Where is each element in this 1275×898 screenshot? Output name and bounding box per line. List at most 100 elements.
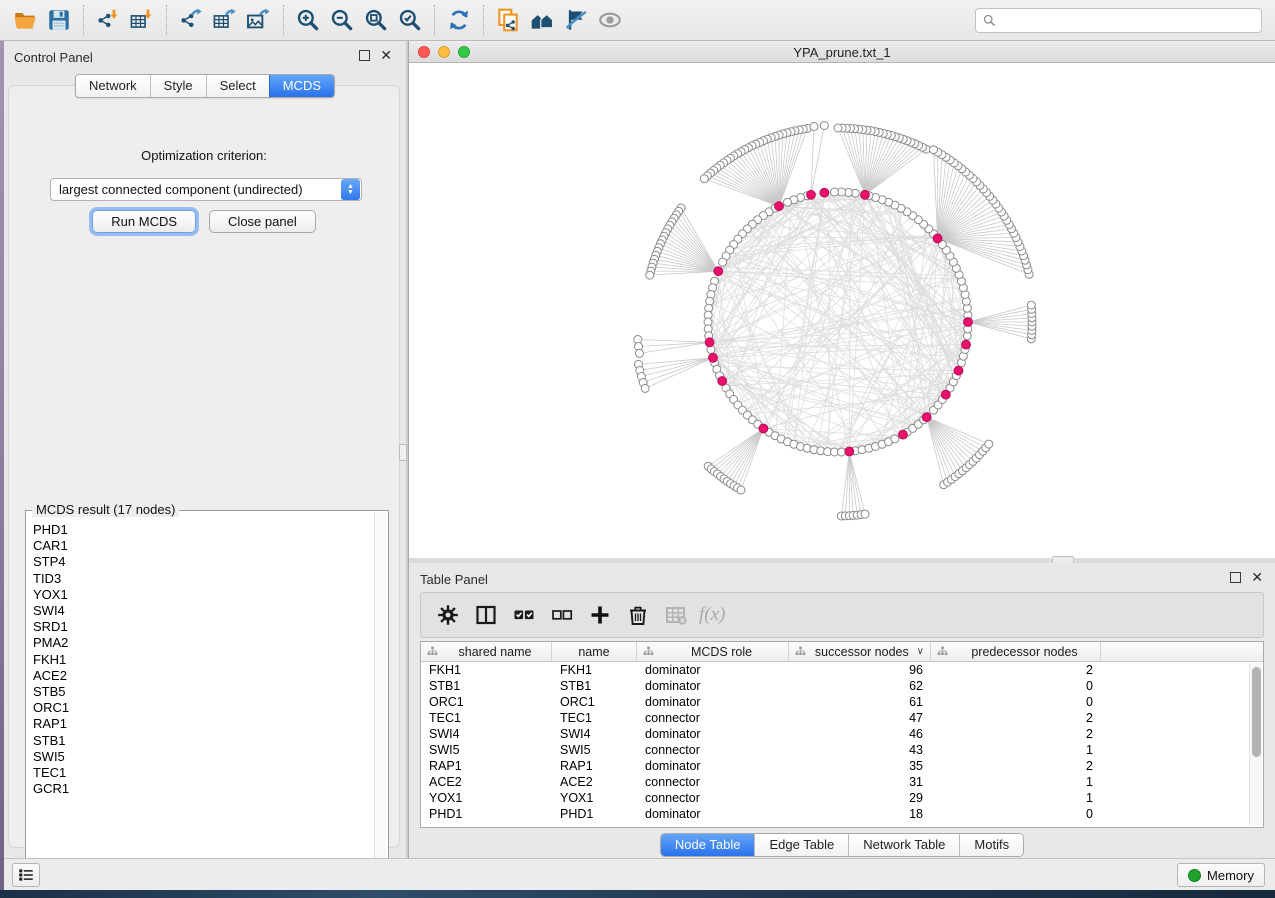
zoom-in-button[interactable] [291, 4, 325, 36]
column-header-successor-nodes[interactable]: successor nodes∨ [789, 642, 931, 661]
table-row[interactable]: STB1STB1dominator620 [421, 678, 1263, 694]
hide-selected-button[interactable] [559, 4, 593, 36]
table-scrollbar[interactable] [1249, 663, 1262, 826]
refresh-view-icon [446, 7, 472, 33]
tab-select[interactable]: Select [206, 75, 269, 97]
memory-button[interactable]: Memory [1177, 863, 1265, 887]
tab-node-table[interactable]: Node Table [661, 834, 755, 856]
mcds-result-item[interactable]: PMA2 [33, 635, 374, 651]
mcds-result-item[interactable]: SWI5 [33, 749, 374, 765]
table-scrollbar-thumb[interactable] [1252, 667, 1261, 757]
table-row[interactable]: SWI5SWI5connector431 [421, 742, 1263, 758]
column-header-name[interactable]: name [552, 642, 637, 661]
cell-predecessor-nodes: 1 [931, 774, 1101, 790]
table-row[interactable]: SWI4SWI4dominator462 [421, 726, 1263, 742]
attribute-tree-icon [642, 645, 655, 658]
vertical-splitter-handle[interactable] [399, 444, 407, 461]
settings-gear-button[interactable] [429, 596, 467, 634]
cell-shared-name: RAP1 [421, 758, 552, 774]
deselect-all-button[interactable] [543, 596, 581, 634]
tab-network-table[interactable]: Network Table [848, 834, 959, 856]
column-header-predecessor-nodes[interactable]: predecessor nodes [931, 642, 1101, 661]
table-row[interactable]: TEC1TEC1connector472 [421, 710, 1263, 726]
zoom-selected-button[interactable] [393, 4, 427, 36]
dropdown-stepper-icon: ▲▼ [341, 179, 360, 200]
mcds-list-scrollbar[interactable] [374, 512, 387, 880]
toolbar-separator [83, 5, 84, 35]
column-header-filler [1101, 642, 1263, 661]
search-field[interactable] [975, 8, 1262, 33]
toolbar-separator [283, 5, 284, 35]
close-table-panel-icon[interactable]: ✕ [1251, 572, 1263, 583]
table-row[interactable]: ORC1ORC1dominator610 [421, 694, 1263, 710]
import-table-button[interactable] [125, 4, 159, 36]
optimization-dropdown[interactable]: largest connected component (undirected)… [50, 178, 362, 201]
tab-motifs[interactable]: Motifs [959, 834, 1023, 856]
select-all-button[interactable] [505, 596, 543, 634]
export-image-button[interactable] [242, 4, 276, 36]
tab-mcds[interactable]: MCDS [269, 75, 334, 97]
mcds-result-item[interactable]: RAP1 [33, 716, 374, 732]
table-row[interactable]: RAP1RAP1dominator352 [421, 758, 1263, 774]
table-row[interactable]: YOX1YOX1connector291 [421, 790, 1263, 806]
mcds-result-item[interactable]: PHD1 [33, 522, 374, 538]
table-header-row: shared namenameMCDS rolesuccessor nodes∨… [421, 642, 1263, 662]
export-network-button[interactable] [174, 4, 208, 36]
run-mcds-button[interactable]: Run MCDS [92, 210, 196, 233]
save-session-icon [46, 7, 72, 33]
table-row[interactable]: PHD1PHD1dominator180 [421, 806, 1263, 822]
mcds-result-item[interactable]: TID3 [33, 571, 374, 587]
select-all-icon [512, 603, 536, 627]
table-row[interactable]: ACE2ACE2connector311 [421, 774, 1263, 790]
tab-network[interactable]: Network [76, 75, 150, 97]
float-panel-icon[interactable] [359, 50, 370, 61]
import-network-button[interactable] [91, 4, 125, 36]
tab-style[interactable]: Style [150, 75, 206, 97]
refresh-view-button[interactable] [442, 4, 476, 36]
column-header-shared-name[interactable]: shared name [421, 642, 552, 661]
memory-label: Memory [1207, 868, 1254, 883]
delete-table-icon [664, 603, 688, 627]
open-session-button[interactable] [8, 4, 42, 36]
column-header-MCDS-role[interactable]: MCDS role [637, 642, 789, 661]
table-row[interactable]: FKH1FKH1dominator962 [421, 662, 1263, 678]
mcds-result-item[interactable]: STB5 [33, 684, 374, 700]
mcds-result-item[interactable]: FKH1 [33, 652, 374, 668]
network-titlebar[interactable]: YPA_prune.txt_1 [409, 41, 1275, 63]
close-panel-button[interactable]: Close panel [209, 210, 316, 233]
mcds-result-item[interactable]: YOX1 [33, 587, 374, 603]
export-network-icon [178, 7, 204, 33]
mcds-result-item[interactable]: ACE2 [33, 668, 374, 684]
tab-edge-table[interactable]: Edge Table [754, 834, 848, 856]
search-input[interactable] [997, 10, 1261, 31]
zoom-out-button[interactable] [325, 4, 359, 36]
split-panel-button[interactable] [467, 596, 505, 634]
table-toolbar: f(x) [420, 592, 1264, 638]
mcds-result-item[interactable]: GCR1 [33, 781, 374, 797]
mcds-result-item[interactable]: STP4 [33, 554, 374, 570]
cell-successor-nodes: 62 [789, 678, 931, 694]
show-hidden-button[interactable] [593, 4, 627, 36]
first-neighbors-button[interactable] [525, 4, 559, 36]
export-table-button[interactable] [208, 4, 242, 36]
close-panel-icon[interactable]: ✕ [380, 50, 392, 61]
mcds-result-item[interactable]: STB1 [33, 733, 374, 749]
cell-predecessor-nodes: 1 [931, 790, 1101, 806]
mcds-result-list[interactable]: PHD1CAR1STP4TID3YOX1SWI4SRD1PMA2FKH1ACE2… [27, 514, 374, 880]
clone-network-button[interactable] [491, 4, 525, 36]
show-panels-button[interactable] [12, 863, 40, 887]
float-table-panel-icon[interactable] [1230, 572, 1241, 583]
network-canvas[interactable] [409, 63, 1275, 558]
mcds-result-item[interactable]: CAR1 [33, 538, 374, 554]
mcds-result-item[interactable]: SWI4 [33, 603, 374, 619]
add-column-button[interactable] [581, 596, 619, 634]
mcds-result-item[interactable]: ORC1 [33, 700, 374, 716]
cell-shared-name: FKH1 [421, 662, 552, 678]
cell-name: YOX1 [552, 790, 637, 806]
zoom-fit-button[interactable] [359, 4, 393, 36]
settings-gear-icon [436, 603, 460, 627]
mcds-result-item[interactable]: TEC1 [33, 765, 374, 781]
delete-column-button[interactable] [619, 596, 657, 634]
save-session-button[interactable] [42, 4, 76, 36]
mcds-result-item[interactable]: SRD1 [33, 619, 374, 635]
